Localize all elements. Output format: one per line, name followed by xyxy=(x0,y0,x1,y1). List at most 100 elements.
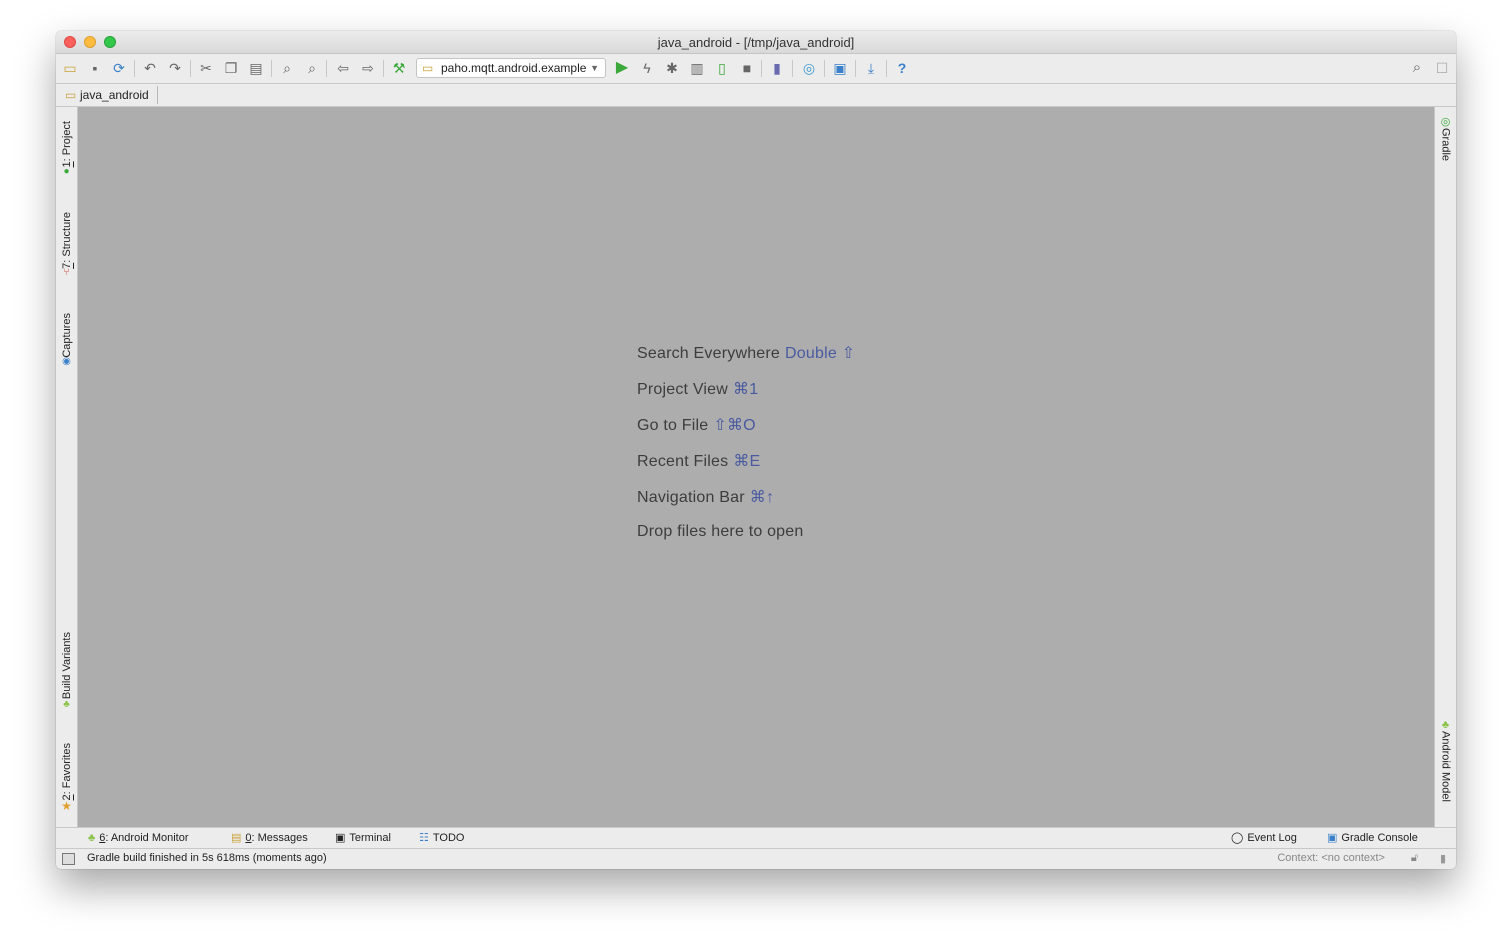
tab-gradle-label: Gradle xyxy=(1439,128,1452,162)
main-toolbar: ▭ ▪ ⟳ ↶ ↷ ✂ ❐ ▤ ⌕ ⌕ ⇦ ⇨ ⚒ ▭ paho.mqtt.an… xyxy=(56,54,1456,84)
editor-hint-shortcut: Double ⇧ xyxy=(785,345,856,362)
star-icon: ★ xyxy=(61,798,72,813)
editor-hint-text: Navigation Bar xyxy=(637,489,745,506)
tab-messages[interactable]: ▤ 0: Messages xyxy=(231,830,308,846)
tab-project-mnemonic: 1 xyxy=(60,161,73,168)
tab-android-model-label: Android Model xyxy=(1439,731,1452,802)
help-icon[interactable]: ? xyxy=(893,59,911,77)
sync-icon[interactable]: ⟳ xyxy=(110,59,128,77)
window-title: java_android - [/tmp/java_android] xyxy=(657,35,855,50)
tab-gradle[interactable]: ◎ Gradle xyxy=(1435,115,1456,161)
tab-favorites[interactable]: ★ 2: Favorites xyxy=(56,735,77,819)
chevron-down-icon: ▼ xyxy=(590,63,599,73)
inspector-icon[interactable]: ▮ xyxy=(1440,852,1446,865)
tab-terminal-label: Terminal xyxy=(349,832,391,844)
project-structure-icon[interactable]: ▣ xyxy=(831,59,849,77)
tab-todo[interactable]: ☷ TODO xyxy=(419,830,464,846)
tab-todo-label: TODO xyxy=(432,832,465,844)
cut-icon[interactable]: ✂ xyxy=(197,59,215,77)
ide-window: java_android - [/tmp/java_android] ▭ ▪ ⟳… xyxy=(56,31,1456,869)
editor-hint-text: Project View xyxy=(637,381,729,398)
android-icon: ♣ xyxy=(88,832,96,844)
project-icon: ● xyxy=(63,166,70,178)
empty-editor-hints: Search Everywhere Double ⇧ Project View ⌘1 G… xyxy=(637,343,855,559)
captures-icon: ◉ xyxy=(62,356,71,368)
editor-hint-shortcut: ⌘1 xyxy=(733,381,759,398)
tab-gradle-console-label: Gradle Console xyxy=(1341,832,1418,844)
lock-icon[interactable]: 🔓︎ xyxy=(1411,852,1418,865)
todo-icon: ☷ xyxy=(419,832,429,844)
gradle-console-icon: ▣ xyxy=(1327,832,1338,844)
editor-hint: Project View ⌘1 xyxy=(637,379,855,415)
editor-hint: Navigation Bar ⌘↑ xyxy=(637,487,855,523)
editor-area[interactable]: Search Everywhere Double ⇧ Project View ⌘1 G… xyxy=(78,107,1434,827)
tab-event-log[interactable]: ◯ Event Log xyxy=(1231,830,1297,846)
tab-project-label: : Project xyxy=(60,120,73,162)
save-icon[interactable]: ▪ xyxy=(86,59,104,77)
search-everywhere-icon[interactable]: ⌕ xyxy=(1408,59,1426,77)
editor-hint-text: Drop files here to open xyxy=(637,523,804,540)
editor-hint-text: Recent Files xyxy=(637,453,729,470)
editor-hint: Search Everywhere Double ⇧ xyxy=(637,343,855,379)
back-icon[interactable]: ⇦ xyxy=(334,59,352,77)
debug-icon[interactable]: ✱ xyxy=(663,59,681,77)
navigation-bar: ▭ java_android xyxy=(56,84,1456,107)
tab-structure-mnemonic: 7 xyxy=(60,262,73,269)
run-configuration-dropdown[interactable]: ▭ paho.mqtt.android.example ▼ xyxy=(416,58,606,78)
tab-event-log-label: Event Log xyxy=(1247,832,1297,844)
tab-build-variants[interactable]: ♣ Build Variants xyxy=(56,624,77,718)
title-bar: java_android - [/tmp/java_android] xyxy=(56,31,1456,54)
left-tool-stripe: ● 1: Project ⑂ 7: Structure ◉ Captures ♣… xyxy=(56,107,78,827)
folder-icon: ▭ xyxy=(65,88,77,102)
tab-structure[interactable]: ⑂ 7: Structure xyxy=(56,203,77,287)
editor-hint-shortcut: ⌘E xyxy=(733,453,761,470)
redo-icon[interactable]: ↷ xyxy=(166,59,184,77)
toggle-tool-windows-icon[interactable] xyxy=(62,853,75,865)
tab-android-monitor[interactable]: ♣ 6: Android Monitor xyxy=(88,830,189,846)
editor-hint: Drop files here to open xyxy=(637,523,855,559)
module-icon: ▭ xyxy=(422,61,434,75)
stop-icon[interactable]: ■ xyxy=(738,59,756,77)
avd-manager-icon[interactable]: ▮ xyxy=(768,59,786,77)
make-project-icon[interactable]: ⚒ xyxy=(390,59,408,77)
editor-hint-shortcut: ⌘↑ xyxy=(749,489,775,506)
right-tool-stripe: ◎ Gradle ♣ Android Model xyxy=(1434,107,1456,827)
attach-debugger-icon[interactable]: ▯ xyxy=(713,59,731,77)
find-icon[interactable]: ⌕ xyxy=(278,59,296,77)
tab-terminal[interactable]: ▣ Terminal xyxy=(335,830,391,846)
tab-captures[interactable]: ◉ Captures xyxy=(56,305,77,375)
structure-icon: ⑂ xyxy=(63,267,70,279)
tab-android-model[interactable]: ♣ Android Model xyxy=(1435,719,1456,802)
messages-icon: ▤ xyxy=(231,832,242,844)
forward-icon[interactable]: ⇨ xyxy=(359,59,377,77)
breadcrumb[interactable]: ▭ java_android xyxy=(60,86,158,104)
tab-android-monitor-label: : Android Monitor xyxy=(105,832,189,844)
event-log-icon: ◯ xyxy=(1231,832,1244,844)
android-icon: ♣ xyxy=(1441,719,1450,731)
tab-gradle-console[interactable]: ▣ Gradle Console xyxy=(1327,830,1418,846)
profile-icon[interactable]: ▥ xyxy=(688,59,706,77)
tab-project[interactable]: ● 1: Project xyxy=(56,113,77,185)
editor-hint: Recent Files ⌘E xyxy=(637,451,855,487)
replace-icon[interactable]: ⌕ xyxy=(303,59,321,77)
run-icon[interactable]: ▶ xyxy=(613,59,631,77)
paste-icon[interactable]: ▤ xyxy=(247,59,265,77)
tab-favorites-mnemonic: 2 xyxy=(60,794,73,801)
editor-hint-text: Go to File xyxy=(637,417,709,434)
editor-hint-shortcut: ⇧⌘O xyxy=(713,417,756,434)
status-message[interactable]: Gradle build finished in 5s 618ms (momen… xyxy=(87,852,327,864)
open-folder-icon[interactable]: ▭ xyxy=(61,59,79,77)
sync-gradle-icon[interactable]: ◎ xyxy=(800,59,818,77)
tab-structure-label: : Structure xyxy=(60,211,73,263)
undo-icon[interactable]: ↶ xyxy=(141,59,159,77)
editor-hint: Go to File ⇧⌘O xyxy=(637,415,855,451)
copy-icon[interactable]: ❐ xyxy=(222,59,240,77)
tab-captures-label: Captures xyxy=(60,312,73,358)
android-icon: ♣ xyxy=(63,698,70,710)
sdk-manager-icon[interactable]: ⤓ xyxy=(862,59,880,77)
apply-changes-icon[interactable]: ϟ xyxy=(638,59,656,77)
tab-messages-label: : Messages xyxy=(251,832,308,844)
run-configuration-label: paho.mqtt.android.example xyxy=(441,61,587,75)
user-icon[interactable]: ☐ xyxy=(1433,59,1451,77)
gradle-icon: ◎ xyxy=(1440,116,1451,128)
